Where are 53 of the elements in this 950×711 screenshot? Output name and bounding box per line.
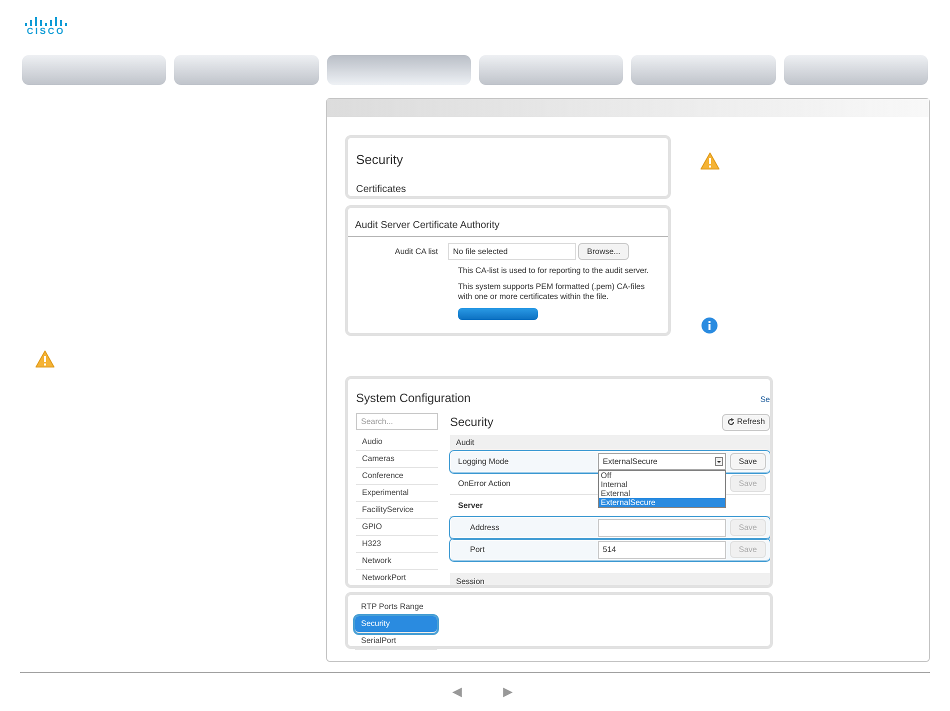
category-item[interactable]: GPIO: [356, 519, 438, 536]
category-item[interactable]: Network: [356, 553, 438, 570]
nav-tab[interactable]: [174, 55, 319, 85]
nav-tab[interactable]: [326, 55, 471, 85]
upload-button[interactable]: [458, 308, 538, 320]
info-icon: [701, 317, 718, 334]
dropdown-option[interactable]: External: [598, 489, 725, 498]
logo-bars-icon: [24, 16, 68, 26]
nav-tab[interactable]: [631, 55, 776, 85]
input-field[interactable]: 514: [598, 540, 726, 558]
input-field[interactable]: [598, 518, 726, 536]
caret-icon: [714, 457, 723, 466]
category-item[interactable]: FacilityService: [356, 502, 438, 519]
setting-label: Address: [469, 522, 500, 534]
cut-link[interactable]: Se: [760, 394, 770, 406]
dropdown-option[interactable]: Off: [598, 471, 725, 480]
category-item[interactable]: NetworkPort: [356, 570, 438, 585]
setting-label: Port: [469, 544, 486, 556]
warning-icon: [35, 350, 55, 368]
group-title: Session: [456, 576, 484, 585]
refresh-button[interactable]: Refresh: [722, 414, 770, 430]
group-title: Audit: [456, 437, 474, 449]
dropdown-option[interactable]: ExternalSecure: [598, 498, 725, 507]
setting-label: Logging Mode: [457, 456, 510, 468]
logo: CISCO: [24, 16, 68, 36]
setting-label: OnError Action: [457, 478, 512, 490]
warning-icon: [700, 152, 720, 170]
browse-button[interactable]: Browse...: [578, 243, 630, 260]
nav-tab[interactable]: [478, 55, 624, 85]
section-title: Audit Server Certificate Authority: [348, 218, 668, 237]
dropdown-option[interactable]: Internal: [598, 480, 725, 489]
page-title: Security: [356, 151, 404, 169]
file-field[interactable]: No file selected: [448, 243, 576, 260]
select-field[interactable]: ExternalSecure: [598, 453, 726, 470]
category-item[interactable]: Experimental: [356, 485, 438, 502]
category-item[interactable]: Cameras: [356, 451, 438, 468]
refresh-icon: [726, 418, 735, 426]
subheading: Server: [458, 500, 483, 512]
nav-tab[interactable]: [22, 55, 166, 85]
section-title: Security: [450, 414, 494, 431]
nav-tab[interactable]: [784, 55, 928, 85]
field-label: Audit CA list: [394, 246, 439, 258]
help-text: This system supports PEM formatted (.pem) CA-files with one or more certificates within the file.: [458, 282, 646, 302]
search-field[interactable]: Search...: [356, 413, 438, 430]
category-item[interactable]: Conference: [356, 468, 438, 485]
category-item[interactable]: Audio: [356, 434, 438, 451]
category-item[interactable]: H323: [356, 536, 438, 553]
config-title: System Configuration: [356, 390, 471, 407]
save-button[interactable]: Save: [730, 453, 766, 470]
help-text: This CA-list is used to for reporting to the audit server.: [458, 266, 650, 276]
section-title: Certificates: [356, 182, 408, 196]
category-item[interactable]: Security: [355, 616, 437, 633]
category-item[interactable]: SerialPort: [355, 633, 437, 650]
